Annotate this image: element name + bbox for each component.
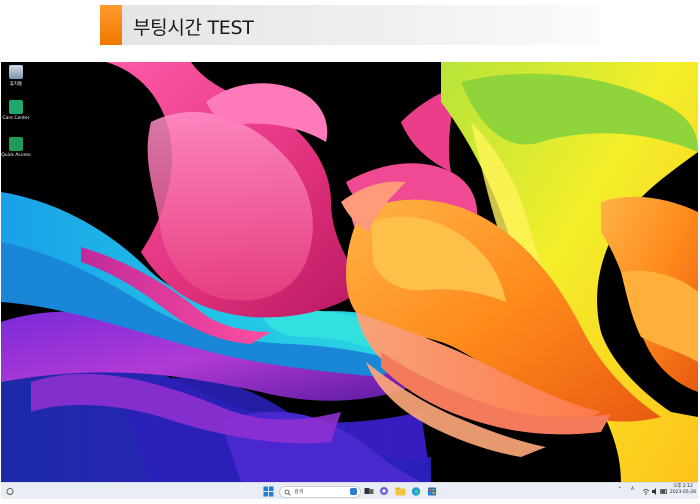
search-icon xyxy=(284,489,291,496)
desktop-icon-label: 휴지통 xyxy=(9,82,23,87)
taskbar-search-box[interactable]: 검색 xyxy=(279,486,361,498)
desktop-wallpaper xyxy=(1,62,698,482)
recycle-bin-icon xyxy=(9,65,23,79)
quick-access-icon xyxy=(9,137,23,151)
chat-icon[interactable] xyxy=(379,486,389,497)
search-placeholder: 검색 xyxy=(294,489,304,495)
edge-icon[interactable] xyxy=(411,486,421,497)
taskbar-clock[interactable]: 오후 2:12 2023-05-26 xyxy=(669,484,697,495)
start-icon[interactable] xyxy=(263,486,274,497)
store-icon[interactable] xyxy=(427,486,437,497)
ime-indicator[interactable]: A xyxy=(631,487,634,498)
widgets-icon[interactable] xyxy=(5,486,15,497)
care-center-icon xyxy=(9,100,23,114)
battery-icon[interactable] xyxy=(660,486,668,497)
banner-accent-bar xyxy=(100,5,122,45)
bing-badge-icon xyxy=(350,488,357,495)
volume-icon[interactable] xyxy=(651,486,659,497)
desktop-icon-care-center[interactable]: Care Center xyxy=(1,100,31,121)
wifi-icon[interactable] xyxy=(642,486,650,497)
file-explorer-icon[interactable] xyxy=(395,486,406,497)
clock-date: 2023-05-26 xyxy=(669,490,697,495)
desktop-screenshot: 휴지통 Care Center Quick Access 검색 ^ A 오후 2… xyxy=(1,62,698,499)
task-view-icon[interactable] xyxy=(364,486,374,497)
desktop-icon-label: Quick Access xyxy=(1,153,31,158)
taskbar: 검색 ^ A 오후 2:12 2023-05-26 xyxy=(1,482,698,499)
tray-overflow-chevron[interactable]: ^ xyxy=(618,487,622,498)
desktop-icon-quick-access[interactable]: Quick Access xyxy=(1,137,31,158)
desktop-icon-label: Care Center xyxy=(2,116,30,121)
desktop-icon-recycle-bin[interactable]: 휴지통 xyxy=(1,65,31,87)
title-banner: 부팅시간 TEST xyxy=(100,5,600,45)
banner-title: 부팅시간 TEST xyxy=(133,17,254,39)
